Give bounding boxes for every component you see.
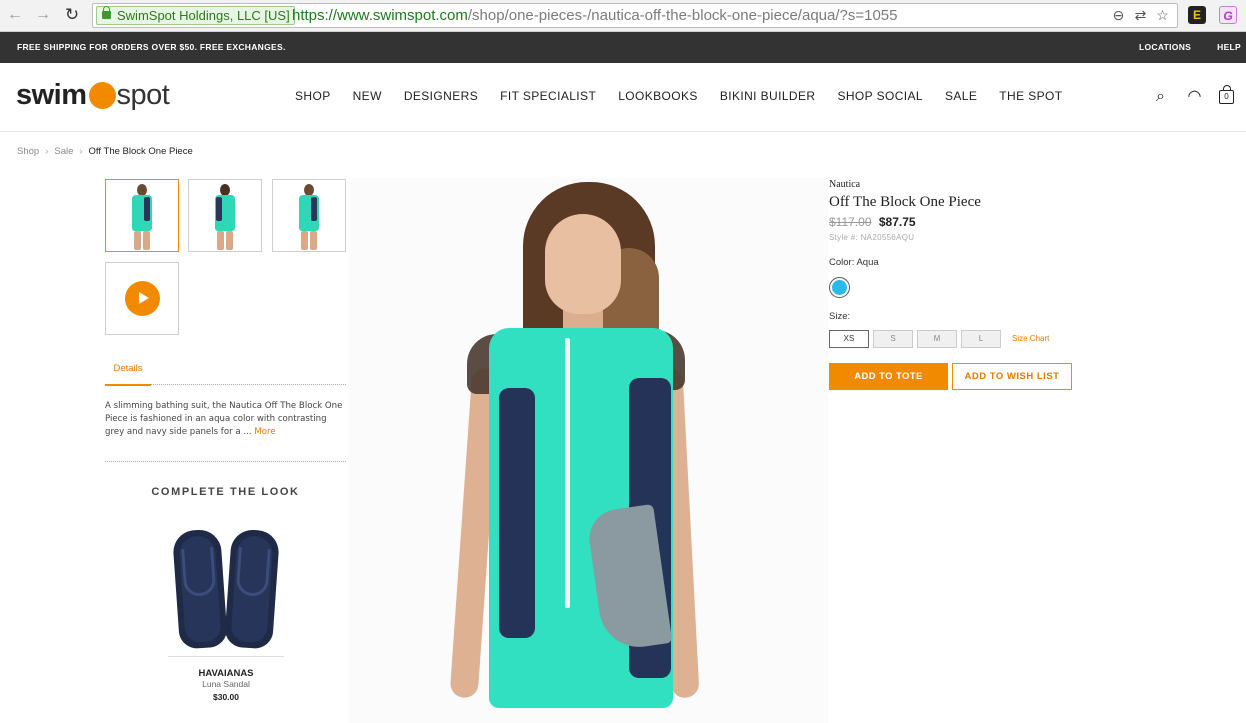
product-thumbnail-back[interactable]	[188, 179, 262, 252]
address-bar[interactable]: SwimSpot Holdings, LLC [US] https://www.…	[92, 3, 1178, 28]
breadcrumb-separator-icon: ›	[45, 146, 49, 157]
sandal-right	[223, 528, 281, 650]
logo-spot: spot	[116, 78, 170, 111]
nav-designers[interactable]: DESIGNERS	[404, 89, 478, 103]
size-option-l[interactable]: L	[961, 330, 1001, 348]
translate-icon[interactable]: ⇄	[1132, 7, 1149, 24]
more-link[interactable]: More	[254, 427, 275, 437]
breadcrumb-current: Off The Block One Piece	[88, 146, 193, 157]
shopping-bag-icon[interactable]: 0	[1219, 85, 1234, 104]
play-icon[interactable]	[125, 281, 160, 316]
promo-text: FREE SHIPPING FOR ORDERS OVER $50. FREE …	[17, 42, 286, 52]
thumbnail-image	[212, 184, 238, 250]
product-brand[interactable]: Nautica	[829, 179, 860, 190]
sale-price: $87.75	[878, 215, 916, 229]
nav-lookbooks[interactable]: LOOKBOOKS	[618, 89, 698, 103]
navy-panel-left	[499, 388, 535, 638]
add-to-wishlist-button[interactable]: ADD TO WISH LIST	[952, 363, 1072, 390]
nav-shop[interactable]: SHOP	[295, 89, 331, 103]
product-description: A slimming bathing suit, the Nautica Off…	[105, 400, 346, 439]
nav-bikini-builder[interactable]: BIKINI BUILDER	[720, 89, 816, 103]
model-face	[545, 214, 621, 314]
tab-details[interactable]: Details	[105, 363, 151, 386]
product-video-thumbnail[interactable]	[105, 262, 179, 335]
product-price: $117.00 $87.75	[829, 215, 916, 229]
ev-label: SwimSpot Holdings, LLC [US]	[117, 8, 290, 23]
sandal-left	[171, 528, 229, 650]
forward-arrow-icon[interactable]: →	[34, 6, 52, 24]
breadcrumb: Shop › Sale › Off The Block One Piece	[17, 146, 193, 157]
complete-the-look-heading: COMPLETE THE LOOK	[151, 486, 300, 498]
site-header: swim spot SHOP NEW DESIGNERS FIT SPECIAL…	[0, 63, 1246, 132]
details-tabs: Details	[105, 358, 346, 386]
swimspot-logo[interactable]: swim spot	[16, 78, 170, 112]
related-product-brand[interactable]: HAVAIANAS	[168, 668, 284, 679]
breadcrumb-separator-icon: ›	[79, 146, 83, 157]
product-title: Off The Block One Piece	[829, 194, 981, 210]
ev-certificate-badge[interactable]: SwimSpot Holdings, LLC [US]	[96, 6, 295, 25]
help-link[interactable]: HELP	[1217, 42, 1241, 52]
extension-g-icon[interactable]: G	[1219, 6, 1237, 24]
breadcrumb-sale[interactable]: Sale	[54, 146, 73, 157]
nav-new[interactable]: NEW	[353, 89, 382, 103]
nav-sale[interactable]: SALE	[945, 89, 977, 103]
product-thumbnail-front[interactable]	[105, 179, 179, 252]
style-number: Style #: NA20556AQU	[829, 233, 915, 242]
logo-dot	[88, 81, 116, 109]
search-icon[interactable]: ⌕	[1151, 87, 1170, 106]
nav-fit-specialist[interactable]: FIT SPECIALIST	[500, 89, 596, 103]
zoom-icon[interactable]: ⊖	[1110, 7, 1127, 24]
description-text: A slimming bathing suit, the Nautica Off…	[105, 401, 343, 437]
breadcrumb-shop[interactable]: Shop	[17, 146, 39, 157]
add-to-tote-button[interactable]: ADD TO TOTE	[829, 363, 948, 390]
url-text[interactable]: https://www.swimspot.com/shop/one-pieces…	[292, 7, 897, 25]
product-thumbnail-side[interactable]	[272, 179, 346, 252]
extension-e-icon[interactable]: E	[1188, 6, 1206, 24]
color-swatch-aqua[interactable]	[829, 277, 850, 298]
nav-shop-social[interactable]: SHOP SOCIAL	[837, 89, 923, 103]
divider	[105, 461, 346, 462]
size-chart-link[interactable]: Size Chart	[1012, 334, 1049, 343]
thumbnail-image	[129, 184, 155, 250]
color-label: Color: Aqua	[829, 257, 879, 268]
reload-icon[interactable]: ↻	[63, 6, 81, 24]
bookmark-star-icon[interactable]: ☆	[1154, 7, 1171, 24]
main-product-image[interactable]	[349, 178, 828, 723]
url-path: /shop/one-pieces-/nautica-off-the-block-…	[467, 7, 898, 24]
size-option-xs[interactable]: XS	[829, 330, 869, 348]
back-arrow-icon[interactable]: ←	[6, 6, 24, 24]
size-selector: XS S M L	[829, 330, 1001, 348]
nav-the-spot[interactable]: THE SPOT	[999, 89, 1062, 103]
promo-bar: FREE SHIPPING FOR ORDERS OVER $50. FREE …	[0, 32, 1246, 63]
related-product-name[interactable]: Luna Sandal	[168, 679, 284, 689]
sandal-product-image[interactable]	[168, 525, 284, 657]
lock-icon	[102, 6, 111, 19]
main-nav: SHOP NEW DESIGNERS FIT SPECIALIST LOOKBO…	[295, 89, 1085, 103]
original-price: $117.00	[829, 215, 872, 229]
size-label: Size:	[829, 311, 851, 322]
size-option-m[interactable]: M	[917, 330, 957, 348]
account-icon[interactable]: ◠	[1185, 87, 1204, 106]
related-product-price: $30.00	[213, 692, 239, 702]
size-option-s[interactable]: S	[873, 330, 913, 348]
thumbnail-image	[296, 184, 322, 250]
url-host: https://www.swimspot.com	[292, 7, 468, 24]
locations-link[interactable]: LOCATIONS	[1139, 42, 1191, 52]
front-zipper	[565, 338, 570, 608]
browser-toolbar: ← → ↻ SwimSpot Holdings, LLC [US] https:…	[0, 0, 1246, 32]
logo-swim: swim	[16, 78, 87, 111]
